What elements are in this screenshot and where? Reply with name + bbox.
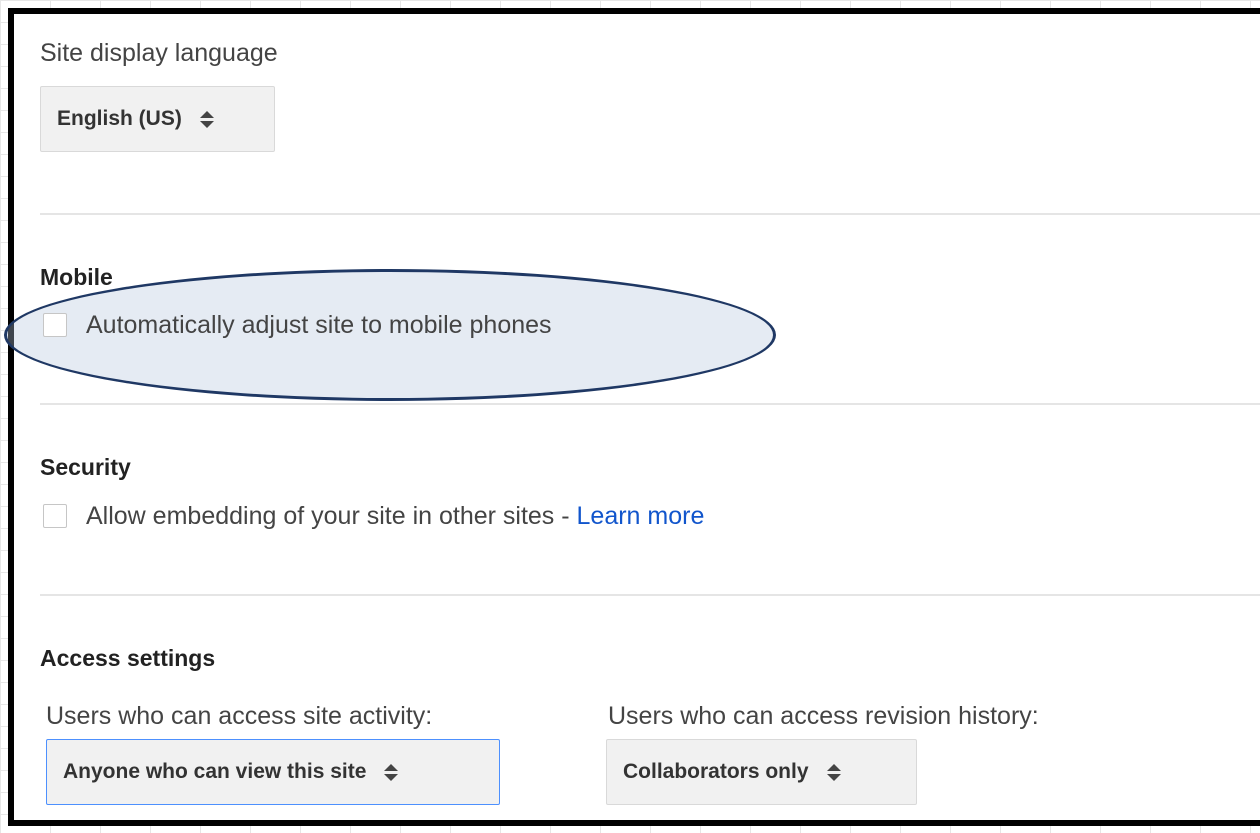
allow-embedding-text: Allow embedding of your site in other si…: [86, 502, 577, 530]
section-divider: [40, 403, 1260, 405]
site-display-language-value: English (US): [57, 107, 182, 130]
site-activity-value: Anyone who can view this site: [63, 760, 367, 783]
mobile-adjust-label: Automatically adjust site to mobile phon…: [86, 311, 552, 339]
mobile-heading: Mobile: [40, 264, 113, 290]
revision-history-label: Users who can access revision history:: [608, 702, 1039, 730]
section-divider: [40, 213, 1260, 215]
revision-history-select[interactable]: Collaborators only: [606, 739, 917, 805]
site-display-language-label: Site display language: [40, 39, 278, 67]
allow-embedding-label: Allow embedding of your site in other si…: [86, 502, 704, 531]
up-down-caret-icon: [199, 110, 214, 128]
up-down-caret-icon: [826, 763, 841, 781]
site-display-language-select[interactable]: English (US): [40, 86, 275, 152]
section-divider: [40, 594, 1260, 596]
learn-more-link[interactable]: Learn more: [577, 502, 705, 530]
security-heading: Security: [40, 454, 131, 480]
access-settings-heading: Access settings: [40, 645, 216, 671]
allow-embedding-checkbox[interactable]: [43, 504, 67, 528]
site-activity-label: Users who can access site activity:: [46, 702, 433, 730]
up-down-caret-icon: [384, 763, 399, 781]
site-activity-select[interactable]: Anyone who can view this site: [46, 739, 500, 805]
mobile-adjust-checkbox[interactable]: [43, 313, 67, 337]
revision-history-value: Collaborators only: [623, 760, 809, 783]
